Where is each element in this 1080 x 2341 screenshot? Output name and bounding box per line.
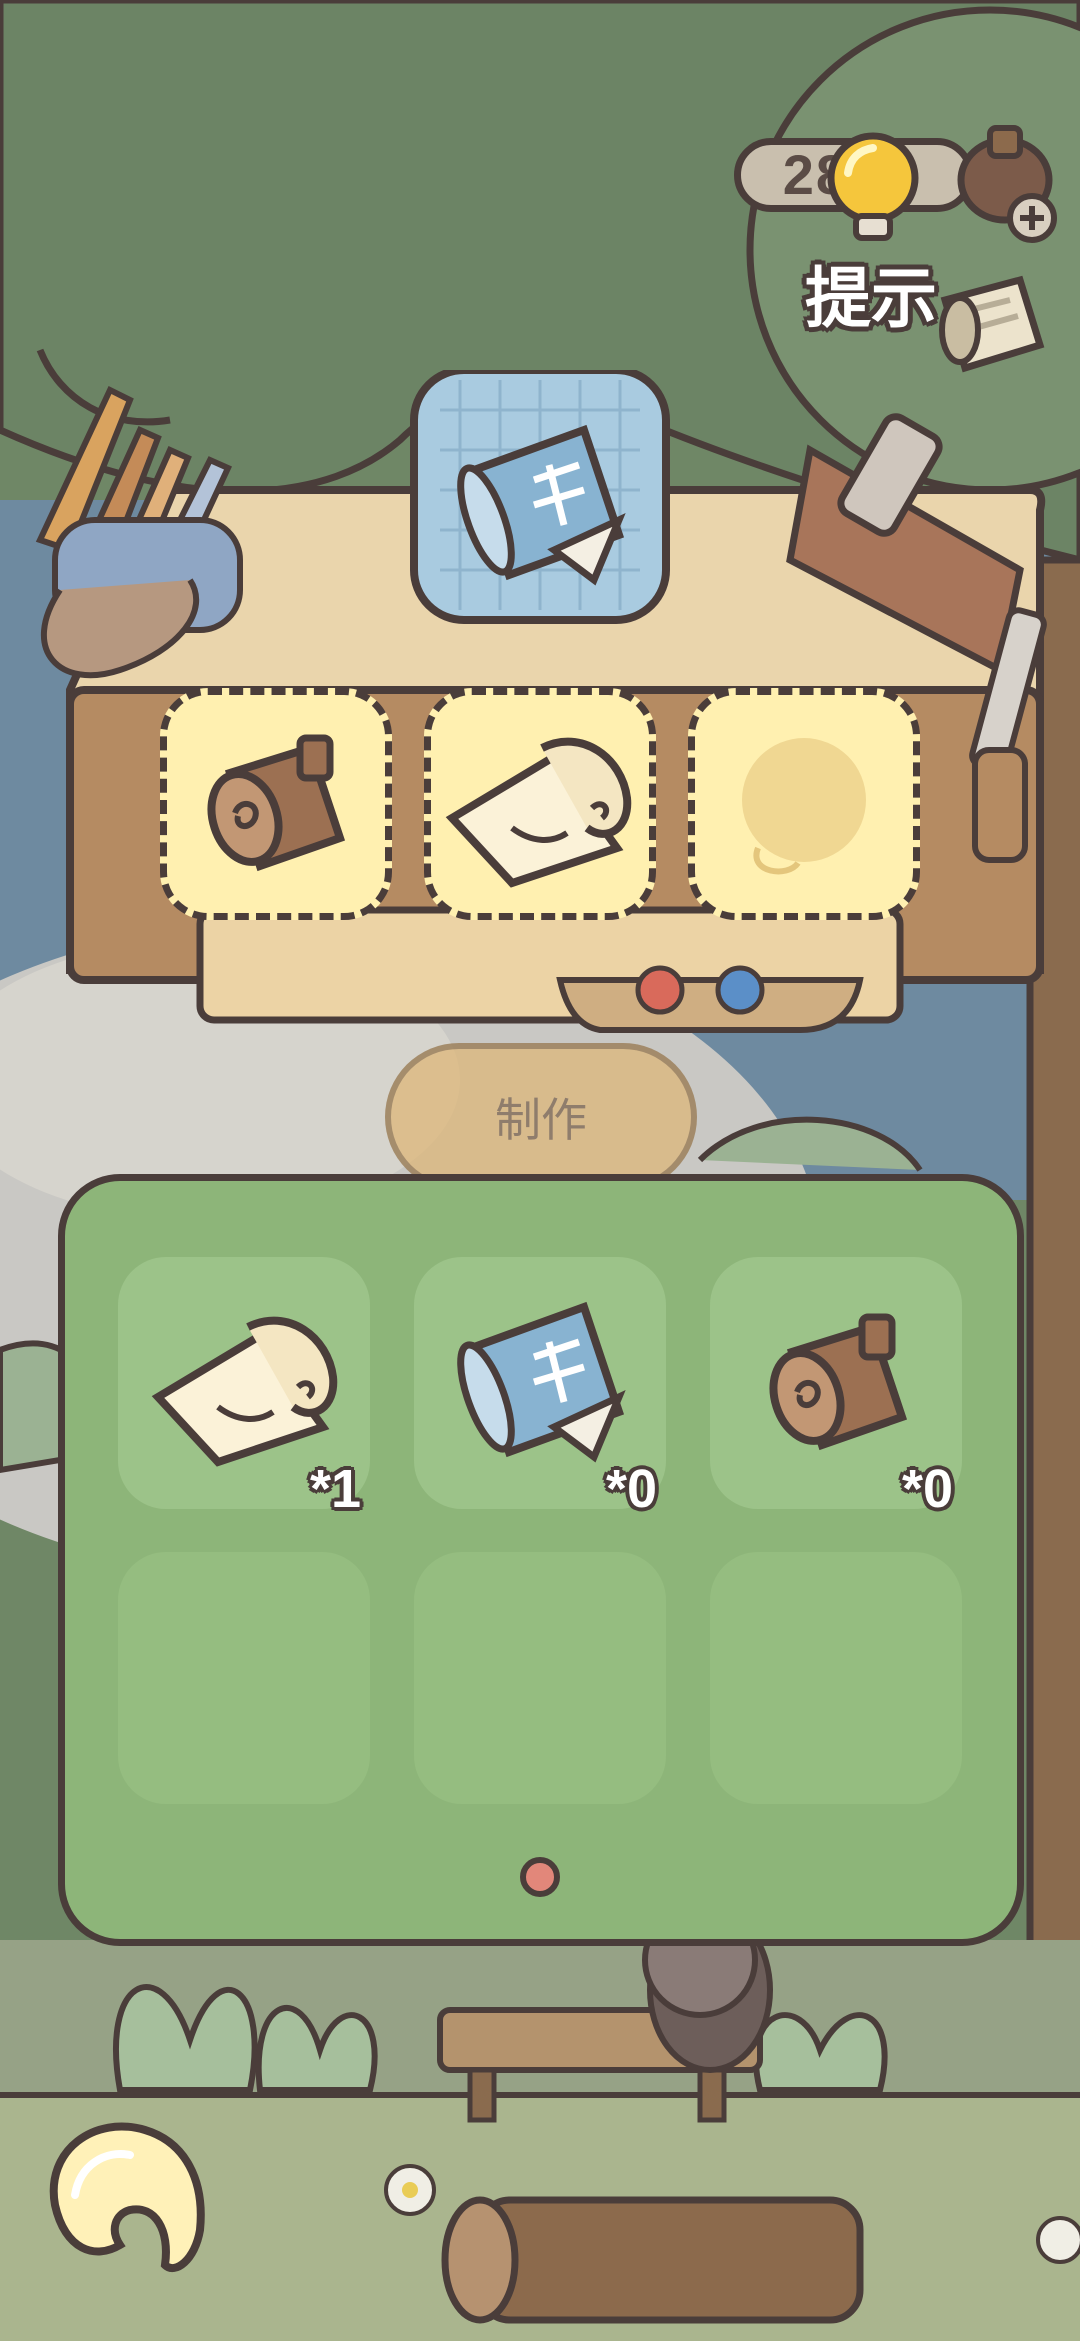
hint-scroll-icon[interactable] [930, 270, 1050, 380]
blueprint-icon[interactable] [444, 410, 634, 600]
back-arrow-icon[interactable] [35, 2110, 220, 2285]
log-icon [207, 734, 346, 872]
yarn-ball-icon [742, 738, 866, 875]
item-quantity: *0 [606, 1459, 658, 1519]
page-indicator-dot[interactable] [520, 1857, 560, 1897]
paper-roll-icon [445, 737, 632, 888]
hint-label[interactable]: 提示 [805, 245, 937, 341]
log-icon [769, 1313, 908, 1451]
inventory-slot-4[interactable] [118, 1552, 370, 1804]
item-quantity: *1 [310, 1459, 362, 1519]
item-quantity: *0 [902, 1459, 954, 1519]
paper-roll-icon [151, 1316, 338, 1467]
craft-button[interactable]: 制作 [385, 1043, 697, 1191]
acorn-add-icon[interactable] [950, 110, 1060, 245]
inventory-slot-5[interactable] [414, 1552, 666, 1804]
blueprint-icon [457, 1301, 626, 1463]
craft-button-label: 制作 [495, 1093, 587, 1147]
inventory-slot-6[interactable] [710, 1552, 962, 1804]
lightbulb-icon [827, 132, 919, 241]
